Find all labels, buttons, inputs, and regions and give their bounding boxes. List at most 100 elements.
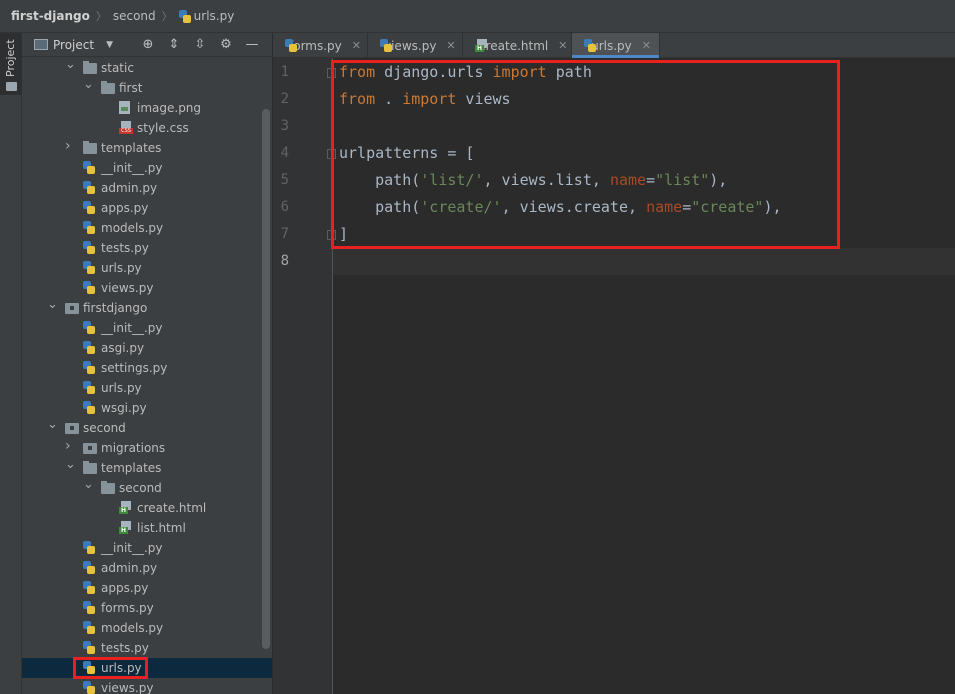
tree-item[interactable]: ⌄ templates: [22, 457, 272, 478]
close-icon[interactable]: ✕: [446, 39, 455, 52]
fold-marker-icon[interactable]: [327, 230, 336, 240]
tree-item[interactable]: apps.py: [22, 198, 272, 218]
tree-item[interactable]: ⌄ second: [22, 417, 272, 438]
tree-item[interactable]: wsgi.py: [22, 398, 272, 418]
tree-item[interactable]: image.png: [22, 98, 272, 118]
code-token: import: [492, 63, 547, 81]
close-icon[interactable]: ✕: [558, 39, 567, 52]
chevron-down-icon[interactable]: ▼: [106, 40, 113, 50]
tree-item-label: templates: [101, 461, 162, 475]
python-file-icon: [83, 661, 95, 674]
tree-item[interactable]: ⌄ static: [22, 57, 272, 78]
line-number: 5: [280, 172, 289, 188]
close-icon[interactable]: ✕: [352, 39, 361, 52]
code-line[interactable]: path('create/', views.create, name="crea…: [339, 194, 782, 221]
tree-item[interactable]: tests.py: [22, 238, 272, 258]
line-number: 8: [280, 253, 289, 269]
tree-item[interactable]: › templates: [22, 138, 272, 158]
breadcrumb-file[interactable]: urls.py: [178, 9, 234, 23]
chevron-down-icon[interactable]: ⌄: [83, 477, 94, 492]
chevron-right-icon[interactable]: ›: [65, 138, 71, 154]
breadcrumb-folder[interactable]: second: [113, 9, 156, 23]
tree-item-label: style.css: [137, 121, 189, 135]
current-line-highlight: [333, 248, 955, 275]
line-number: 1: [280, 64, 289, 80]
tree-item[interactable]: › migrations: [22, 438, 272, 458]
project-tool-tab[interactable]: Project: [0, 33, 22, 95]
chevron-right-icon[interactable]: ›: [65, 438, 71, 454]
code-token: name: [609, 171, 647, 189]
code-line[interactable]: urlpatterns = [: [339, 140, 474, 167]
chevron-down-icon[interactable]: ⌄: [47, 297, 58, 312]
chevron-down-icon[interactable]: ⌄: [65, 457, 76, 472]
breadcrumb-project[interactable]: first-django: [11, 9, 90, 23]
tree-item[interactable]: urls.py: [22, 258, 272, 278]
code-token: django.urls: [375, 63, 493, 81]
tree-item[interactable]: asgi.py: [22, 338, 272, 358]
chevron-down-icon[interactable]: ⌄: [65, 57, 76, 72]
project-panel-toolbar: ⊕ ⇕ ⇳ ⚙ —: [140, 37, 260, 53]
code-token: import: [402, 90, 457, 108]
html-file-icon: H: [119, 501, 133, 514]
tree-item-label: __init__.py: [101, 161, 163, 175]
project-view-selector[interactable]: Project: [53, 38, 94, 52]
tree-item[interactable]: __init__.py: [22, 538, 272, 558]
project-view-icon: [34, 39, 48, 50]
editor-tab-label: urls.py: [591, 38, 632, 53]
tree-item[interactable]: __init__.py: [22, 158, 272, 178]
editor-tab[interactable]: urls.py ✕: [572, 33, 660, 58]
tree-item[interactable]: Hlist.html: [22, 518, 272, 538]
tree-item[interactable]: views.py: [22, 278, 272, 298]
tree-item[interactable]: models.py: [22, 618, 272, 638]
python-file-icon: [83, 381, 95, 394]
tree-item[interactable]: Hcreate.html: [22, 498, 272, 518]
tree-item[interactable]: views.py: [22, 678, 272, 694]
tree-item[interactable]: forms.py: [22, 598, 272, 618]
expand-all-icon[interactable]: ⇕: [166, 37, 182, 53]
tree-item[interactable]: apps.py: [22, 578, 272, 598]
tree-item[interactable]: urls.py: [22, 658, 272, 678]
python-file-icon: [83, 601, 95, 614]
tree-item[interactable]: urls.py: [22, 378, 272, 398]
code-token: , views.list,: [483, 171, 610, 189]
code-line[interactable]: from django.urls import path: [339, 59, 592, 86]
code-editor[interactable]: 12345678 from django.urls import path fro…: [273, 58, 955, 694]
tree-item[interactable]: ⌄ firstdjango: [22, 297, 272, 318]
tree-item[interactable]: admin.py: [22, 178, 272, 198]
tree-item[interactable]: tests.py: [22, 638, 272, 658]
fold-marker-icon[interactable]: [327, 68, 336, 78]
css-file-icon: CSS: [119, 121, 133, 134]
tree-item-label: apps.py: [101, 581, 149, 595]
tree-item-label: tests.py: [101, 641, 149, 655]
code-token: ),: [709, 171, 728, 189]
tree-item[interactable]: ⌄ second: [22, 477, 272, 498]
code-line[interactable]: ]: [339, 221, 348, 248]
tree-item[interactable]: ⌄ first: [22, 77, 272, 98]
tree-item-label: first: [119, 81, 143, 95]
tree-item[interactable]: settings.py: [22, 358, 272, 378]
code-token: "list": [655, 171, 710, 189]
locate-icon[interactable]: ⊕: [140, 37, 156, 53]
tree-item[interactable]: CSS style.css: [22, 118, 272, 138]
editor-tab[interactable]: forms.py ✕: [273, 33, 368, 58]
code-line[interactable]: from . import views: [339, 86, 511, 113]
chevron-down-icon[interactable]: ⌄: [47, 417, 58, 432]
close-icon[interactable]: ✕: [642, 39, 651, 52]
chevron-down-icon[interactable]: ⌄: [83, 77, 94, 92]
minimize-icon[interactable]: —: [244, 37, 260, 53]
project-scrollbar[interactable]: [262, 109, 270, 649]
tree-item[interactable]: __init__.py: [22, 318, 272, 338]
code-line[interactable]: path('list/', views.list, name="list"),: [339, 167, 727, 194]
breadcrumb-separator: 〉: [161, 10, 173, 23]
collapse-all-icon[interactable]: ⇳: [192, 37, 208, 53]
fold-marker-icon[interactable]: [327, 149, 336, 159]
editor-tab[interactable]: views.py ✕: [368, 33, 463, 58]
code-token: ),: [763, 198, 782, 216]
tree-item[interactable]: models.py: [22, 218, 272, 238]
tree-item[interactable]: admin.py: [22, 558, 272, 578]
editor-tab[interactable]: Hcreate.html ✕: [463, 33, 572, 58]
code-token: ]: [339, 225, 349, 243]
line-number: 6: [280, 199, 289, 215]
tree-item-label: second: [83, 421, 126, 435]
gear-icon[interactable]: ⚙: [218, 37, 234, 53]
